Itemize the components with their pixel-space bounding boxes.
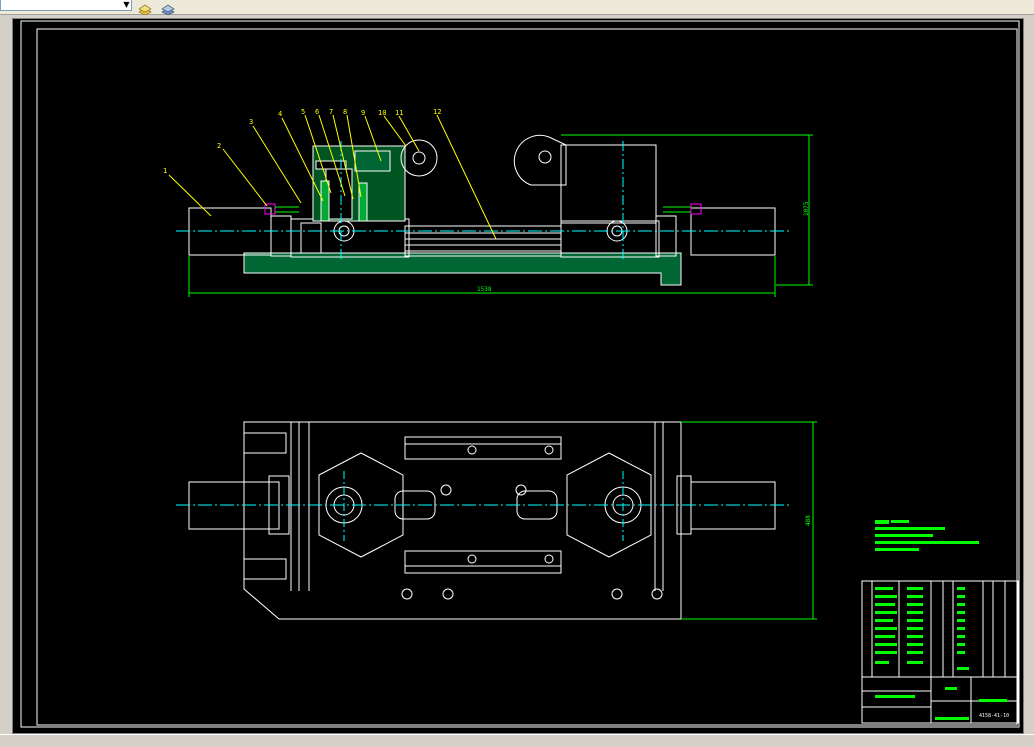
inner-frame <box>36 28 1018 726</box>
left-cylinder-flange <box>270 215 292 257</box>
drawing-canvas[interactable]: 1538 1075 1 2 3 4 5 6 7 8 9 10 11 12 488… <box>12 18 1024 734</box>
part-label-5: 5 <box>301 108 305 116</box>
dim-height-front: 1075 <box>803 201 810 216</box>
base-plate-step <box>243 252 682 286</box>
part-label-4: 4 <box>278 110 282 118</box>
part-label-7: 7 <box>329 108 333 116</box>
top-rail-upper <box>404 436 562 460</box>
part-label-1: 1 <box>163 167 167 175</box>
layer-icon[interactable] <box>137 0 153 16</box>
right-jaw-block <box>560 220 660 258</box>
part-label-8: 8 <box>343 108 347 116</box>
technical-notes <box>875 520 979 551</box>
right-fitting <box>690 203 702 215</box>
layer-properties-icon[interactable] <box>160 0 176 16</box>
dim-height-top: 488 <box>805 515 812 526</box>
title-block-text <box>875 587 1007 720</box>
part-label-3: 3 <box>249 118 253 126</box>
layer-combo[interactable]: ▼ <box>0 0 132 11</box>
status-bar <box>0 734 1034 747</box>
outer-frame <box>20 20 1020 728</box>
left-clevis-eye <box>400 139 438 177</box>
part-label-11: 11 <box>395 109 403 117</box>
part-label-12: 12 <box>433 108 441 116</box>
top-dimensions <box>681 421 817 620</box>
chevron-down-icon[interactable]: ▼ <box>122 0 131 10</box>
part-label-10: 10 <box>378 109 386 117</box>
part-label-2: 2 <box>217 142 221 150</box>
top-view <box>176 421 791 620</box>
front-view <box>176 134 791 286</box>
part-label-6: 6 <box>315 108 319 116</box>
toolbar: ▼ <box>0 0 1034 16</box>
part-label-9: 9 <box>361 109 365 117</box>
right-clamp-body <box>560 144 657 224</box>
top-rail-lower <box>404 550 562 574</box>
cad-drawing: 1538 1075 1 2 3 4 5 6 7 8 9 10 11 12 488… <box>20 20 1020 728</box>
dim-overall-length: 1538 <box>477 286 492 293</box>
drawing-number: 4158-41-10 <box>979 713 1009 719</box>
left-jaw-block <box>290 218 410 258</box>
